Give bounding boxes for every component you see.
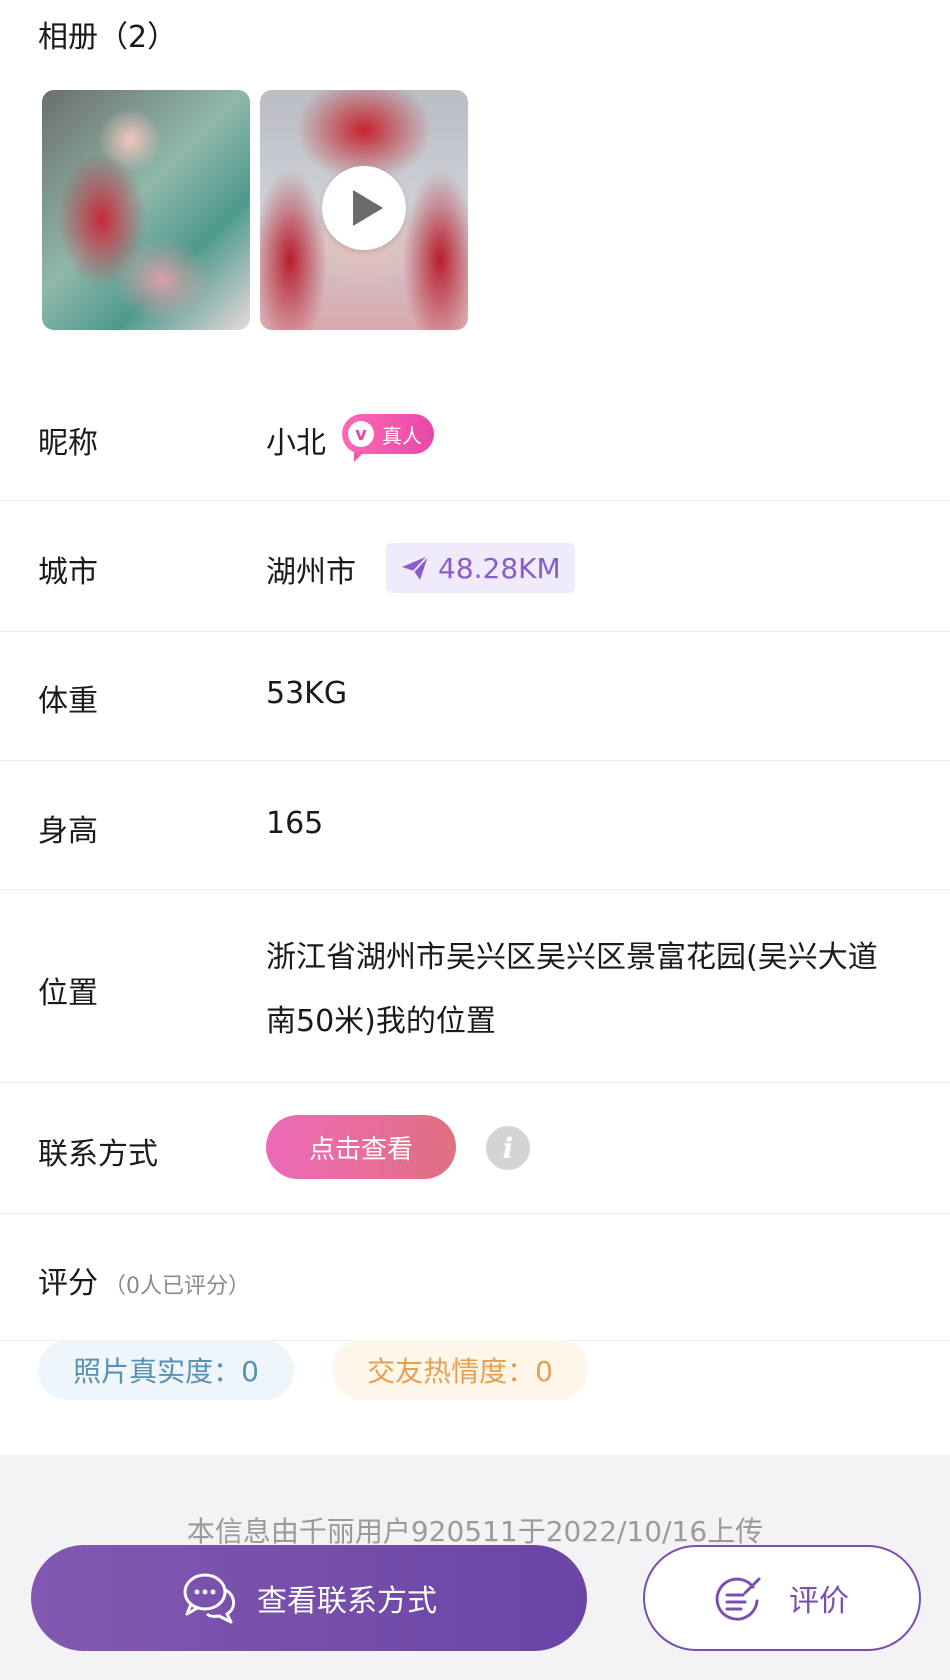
uploader-info: 本信息由千丽用户920511于2022/10/16上传 xyxy=(186,1515,764,1548)
distance-value: 48.28KM xyxy=(438,551,561,585)
check-contact-button[interactable]: 查看联系方式 xyxy=(31,1545,587,1651)
rating-label-group: 评分 （0人已评分） xyxy=(38,1258,250,1302)
rating-label: 评分 xyxy=(38,1266,98,1301)
info-icon[interactable]: i xyxy=(486,1126,530,1170)
album-photo-1[interactable] xyxy=(42,90,250,330)
weight-row: 体重 53KG xyxy=(0,632,950,761)
play-icon[interactable] xyxy=(322,166,406,250)
rating-count: （0人已评分） xyxy=(104,1274,250,1299)
weight-value: 53KG xyxy=(266,676,348,711)
distance-badge: 48.28KM xyxy=(386,543,575,593)
location-label: 位置 xyxy=(38,976,98,1011)
review-button[interactable]: 评价 xyxy=(643,1545,921,1651)
height-label: 身高 xyxy=(38,814,98,849)
contact-row: 联系方式 xyxy=(0,1083,950,1214)
verified-badge: v 真人 xyxy=(342,414,434,462)
view-contact-button[interactable]: 点击查看 xyxy=(266,1115,456,1179)
weight-label: 体重 xyxy=(38,684,98,719)
friendliness-pill: 交友热情度：0 xyxy=(332,1340,588,1400)
verified-v-icon: v xyxy=(348,421,374,447)
nickname-row: 昵称 小北 xyxy=(0,372,950,501)
location-row: 位置 浙江省湖州市吴兴区吴兴区景富花园(吴兴大道 南50米)我的位置 xyxy=(0,890,950,1083)
check-contact-label: 查看联系方式 xyxy=(257,1584,437,1619)
contact-label: 联系方式 xyxy=(38,1137,158,1172)
album-title: 相册（2） xyxy=(38,20,178,55)
height-row: 身高 165 xyxy=(0,761,950,890)
photo-authenticity-pill: 照片真实度：0 xyxy=(38,1340,294,1400)
album-video-thumb[interactable] xyxy=(260,90,468,330)
chat-bubbles-icon xyxy=(183,1573,235,1624)
paper-plane-icon xyxy=(402,555,429,580)
review-label: 评价 xyxy=(789,1584,849,1619)
nickname-label: 昵称 xyxy=(38,426,98,461)
city-value: 湖州市 xyxy=(266,555,356,590)
location-line-1: 浙江省湖州市吴兴区吴兴区景富花园(吴兴大道 xyxy=(266,940,878,975)
rating-row: 评分 （0人已评分） xyxy=(0,1214,950,1341)
height-value: 165 xyxy=(266,806,324,841)
city-label: 城市 xyxy=(38,555,98,590)
review-edit-icon xyxy=(715,1577,761,1621)
verified-badge-label: 真人 xyxy=(382,423,422,448)
nickname-value: 小北 xyxy=(266,426,326,461)
location-line-2: 南50米)我的位置 xyxy=(266,1004,496,1039)
